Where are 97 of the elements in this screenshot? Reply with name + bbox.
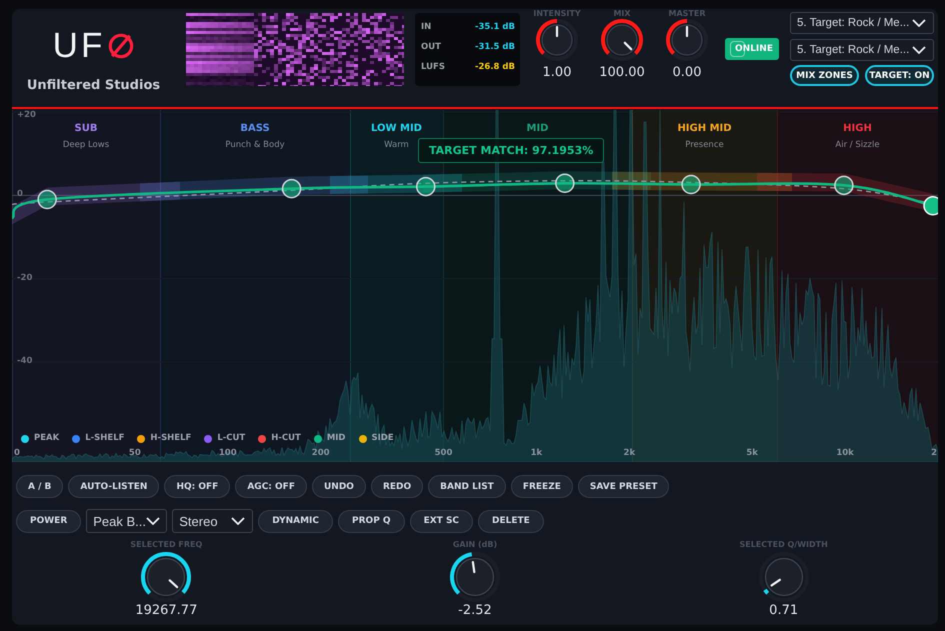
match-score-badge: TARGET MATCH: 97.1953% (418, 138, 604, 163)
zone-name: HIGH (843, 123, 872, 135)
parameter-label: SELECTED FREQ (130, 540, 202, 550)
parameter-label: SELECTED Q/WIDTH (739, 540, 828, 550)
toolbar-button[interactable]: UNDO (312, 475, 366, 498)
x-axis-label: 100 (218, 448, 237, 459)
zone-name: MID (526, 123, 548, 135)
x-axis-label: 5k (746, 448, 758, 459)
knob[interactable] (665, 18, 709, 62)
legend-label: H-CUT (271, 433, 301, 444)
zone-description: Warm (384, 140, 409, 150)
knob[interactable] (140, 551, 192, 603)
toolbar-button[interactable]: FREEZE (510, 475, 573, 498)
knob[interactable] (448, 551, 501, 603)
legend-label: H-SHELF (150, 433, 192, 444)
zone-description: Presence (685, 140, 724, 150)
toolbar-button[interactable]: AUTO-LISTEN (68, 475, 160, 498)
parameter-label: GAIN (dB) (452, 540, 498, 550)
knob[interactable] (535, 18, 579, 62)
chevron-down-icon (231, 517, 246, 525)
knob-value: 1.00 (542, 65, 572, 80)
legend-label: MID (326, 433, 346, 444)
toolbar-button[interactable]: REDO (370, 475, 424, 498)
zone-name: BASS (240, 123, 270, 135)
x-axis-label: 10k (836, 448, 854, 459)
mode-dropdown[interactable]: Peak B... (86, 509, 168, 533)
legend-dot (314, 434, 322, 442)
meter-reading: -31.5 dB (474, 41, 515, 53)
target-dropdown[interactable]: 5. Target: Rock / Me... (790, 39, 934, 61)
legend-dot (358, 434, 366, 442)
knob-label: INTENSITY (533, 9, 581, 18)
meter-label: OUT (421, 41, 441, 53)
toolbar-button[interactable]: DELETE (478, 510, 544, 532)
chevron-down-icon (912, 19, 926, 27)
toolbar-button[interactable]: EXT SC (410, 510, 474, 532)
legend-label: PEAK (34, 433, 60, 444)
x-axis-label: 500 (434, 448, 452, 459)
y-axis-label: +20 (17, 110, 36, 121)
zone-description: Air / Sizzle (835, 140, 880, 150)
toolbar-button[interactable]: DYNAMIC (258, 510, 334, 532)
zone-description: Punch & Body (225, 140, 285, 150)
toolbar-button[interactable]: POWER (16, 510, 82, 532)
target-dropdown[interactable]: 5. Target: Rock / Me... (790, 12, 934, 34)
legend-dot (204, 434, 212, 442)
eq-graph[interactable]: +20 0 -20 -40 SUB BASS LOW MID MID HIGH MID HIGH Deep Lows Punch & Body Warm TARGET MATCH: 97.1953% Presence Air / Sizzle PEAK L-SHELF H-SHELF L-CUT H-CUT MID SIDE 0 50 100 200 500 1k 2k 5k 10k 2 (12, 110, 938, 462)
slashed-circle-icon (108, 32, 134, 60)
toolbar-button[interactable]: PROP Q (338, 510, 405, 532)
parameter-value: 19267.77 (135, 603, 198, 619)
parameter-value: -2.52 (458, 603, 492, 619)
toolbar-button[interactable]: BAND LIST (428, 475, 506, 498)
meter-reading: -35.1 dB (474, 21, 515, 33)
x-axis-label: 0 (14, 448, 20, 459)
knob[interactable] (600, 18, 644, 62)
mode-dropdown[interactable]: Stereo (172, 509, 254, 533)
parameter-value: 0.71 (769, 603, 798, 619)
zone-name: SUB (74, 123, 98, 135)
zone-name: HIGH MID (677, 123, 732, 135)
knob-label: MIX (613, 9, 631, 18)
view-toggle[interactable]: MIX ZONES (790, 65, 859, 86)
legend-label: L-CUT (217, 433, 246, 444)
meter-label: LUFS (421, 61, 445, 73)
meter-label: IN (421, 21, 432, 33)
meter-reading: -26.8 dB (474, 61, 515, 73)
y-axis-label: -40 (17, 356, 32, 367)
eq-node[interactable] (282, 178, 302, 198)
zone-description: Deep Lows (62, 140, 110, 150)
toolbar-button[interactable]: HQ: OFF (164, 475, 230, 498)
x-axis-label: 2k (624, 448, 636, 459)
view-toggle[interactable]: TARGET: ON (865, 65, 934, 86)
x-axis-label: 50 (128, 448, 141, 459)
x-axis-label: 200 (312, 448, 330, 459)
eq-node[interactable] (416, 176, 436, 196)
y-axis-label: 0 (17, 189, 23, 200)
zone-name: LOW MID (370, 123, 422, 135)
eq-node[interactable] (37, 190, 57, 210)
toolbar-button[interactable]: AGC: OFF (235, 475, 307, 498)
chevron-down-icon (146, 517, 160, 525)
y-axis-label: -20 (17, 272, 32, 284)
legend-dot (258, 434, 266, 442)
eq-node[interactable] (834, 176, 854, 196)
eq-node[interactable] (681, 174, 701, 194)
knob-value: 100.00 (599, 65, 645, 80)
legend-dot (21, 434, 29, 442)
legend-dot (137, 434, 146, 442)
legend-dot (72, 434, 80, 442)
brand-name: Unfiltered Studios (26, 78, 160, 94)
chevron-down-icon (912, 46, 926, 54)
logo-text: UF (52, 30, 106, 62)
legend-label: L-SHELF (85, 433, 124, 444)
x-axis-label: 1k (530, 448, 542, 459)
knob-label: MASTER (668, 9, 706, 18)
toolbar-button[interactable]: A / B (16, 475, 64, 498)
knob-value: 0.00 (672, 65, 702, 80)
x-axis-label: 2 (931, 448, 937, 459)
toolbar-button[interactable]: SAVE PRESET (578, 475, 670, 498)
legend-label: SIDE (372, 433, 394, 444)
eq-node[interactable] (555, 174, 575, 193)
